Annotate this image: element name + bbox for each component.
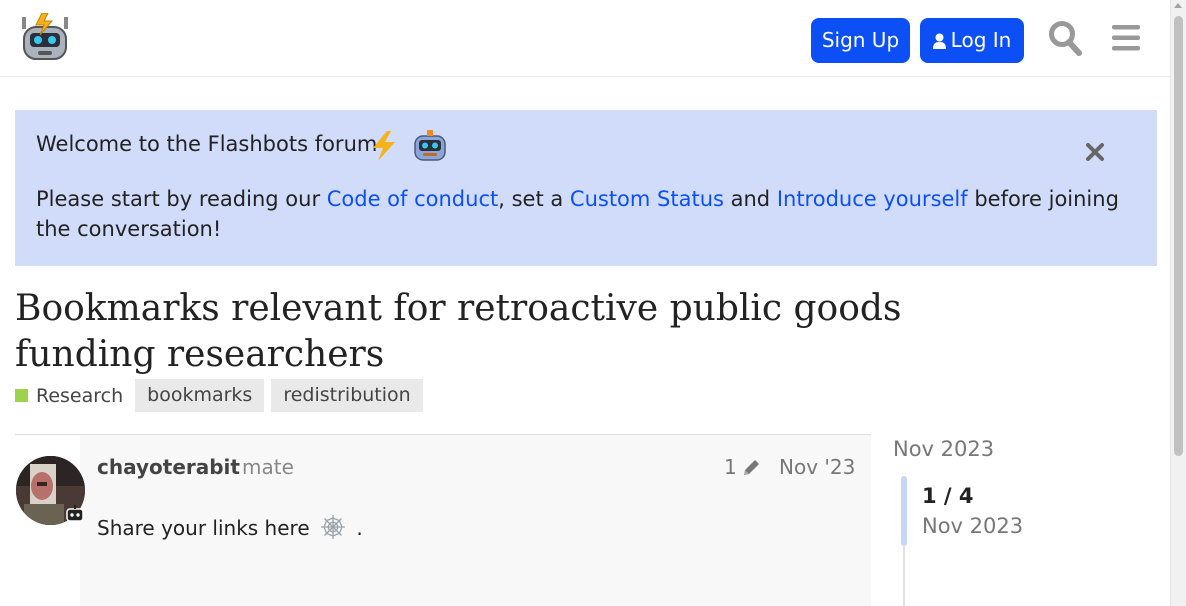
banner-text-prefix: Please start by reading our: [36, 187, 327, 211]
sign-up-button[interactable]: Sign Up: [811, 18, 910, 63]
search-icon[interactable]: [1048, 20, 1082, 56]
post-date[interactable]: Nov '23: [779, 455, 855, 479]
category-label: Research: [36, 384, 124, 407]
edit-count[interactable]: 1: [724, 455, 737, 479]
scroll-up-arrow[interactable]: [1174, 3, 1182, 8]
bot-badge-icon: [66, 505, 84, 521]
timeline-handle[interactable]: [901, 476, 907, 546]
post-user-title: mate: [242, 455, 294, 479]
post-username[interactable]: chayoterabit: [97, 455, 240, 479]
scroll-thumb[interactable]: [1174, 16, 1183, 456]
topic-tags: Research bookmarks redistribution: [15, 379, 430, 412]
timeline-current-date: Nov 2023: [922, 514, 1024, 538]
banner-title: Welcome to the Flashbots forum: [36, 132, 378, 156]
log-in-label: Log In: [950, 28, 1012, 52]
robot-logo-icon[interactable]: [22, 13, 68, 61]
lightning-robot-emoji-icon: [373, 130, 446, 161]
category-color-swatch: [15, 389, 28, 402]
post-content: Share your links here .: [97, 514, 363, 540]
welcome-banner: Welcome to the Flashbots forum Please st…: [15, 110, 1157, 266]
banner-message: Please start by reading our Code of cond…: [36, 184, 1136, 244]
user-icon: [932, 33, 946, 49]
topic-title[interactable]: Bookmarks relevant for retroactive publi…: [15, 286, 1015, 378]
post-text-end: .: [356, 516, 363, 540]
timeline-position: 1 / 4: [922, 484, 974, 508]
timeline-start-date[interactable]: Nov 2023: [893, 437, 994, 461]
tag-bookmarks[interactable]: bookmarks: [135, 379, 265, 412]
code-of-conduct-link[interactable]: Code of conduct: [327, 187, 498, 211]
introduce-yourself-link[interactable]: Introduce yourself: [777, 187, 968, 211]
spider-web-icon: [320, 515, 345, 539]
log-in-button[interactable]: Log In: [920, 18, 1024, 63]
tag-redistribution[interactable]: redistribution: [271, 379, 423, 412]
page-scrollbar[interactable]: [1170, 0, 1186, 606]
post-text: Share your links here: [97, 516, 310, 540]
banner-text-mid2: and: [723, 187, 777, 211]
category-badge[interactable]: Research: [15, 385, 123, 407]
site-header: Sign Up Log In: [0, 0, 1171, 77]
pencil-icon[interactable]: [741, 458, 761, 478]
close-icon[interactable]: [1084, 141, 1106, 163]
custom-status-link[interactable]: Custom Status: [570, 187, 724, 211]
banner-text-mid1: , set a: [498, 187, 570, 211]
hamburger-menu-icon[interactable]: [1110, 20, 1144, 56]
